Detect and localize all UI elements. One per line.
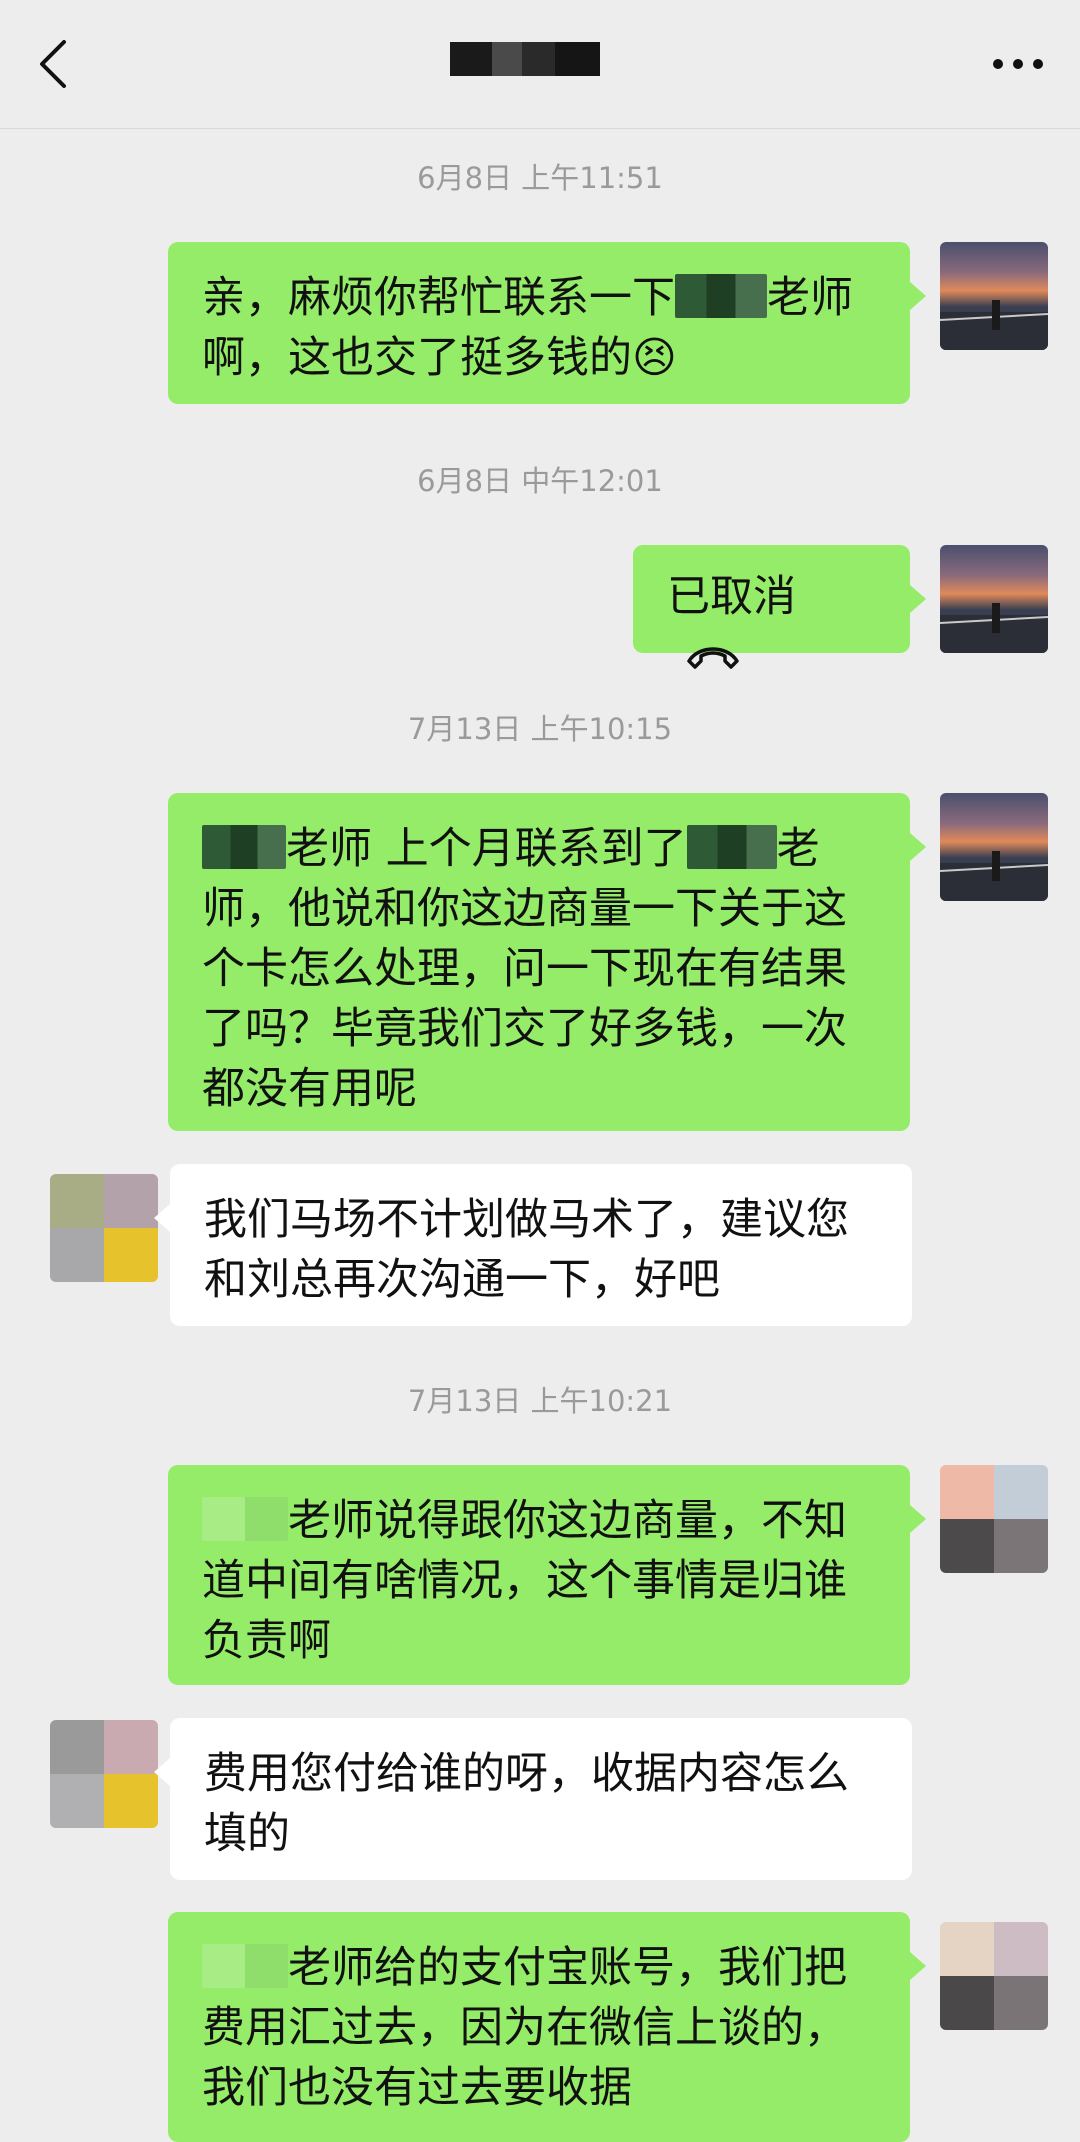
redacted-text	[202, 1497, 288, 1541]
message-text: 啊，这也交了挺多钱的	[202, 333, 632, 383]
message-text: 师，他说和你这边商量一下关于这个卡怎么处理，问一下现在有结果了吗？毕竟我们交了好…	[202, 884, 847, 1114]
call-record-bubble[interactable]: 已取消	[633, 545, 926, 669]
message-text: 老师说得跟你这边商量，不知道中间有啥情况，这个事情是归谁负责啊	[202, 1496, 847, 1666]
message-bubble-outgoing[interactable]: 老师 上个月联系到了 老师，他说和你这边商量一下关于这个卡怎么处理，问一下现在有结…	[168, 793, 926, 1131]
chevron-left-icon[interactable]	[34, 36, 74, 92]
redacted-text	[675, 274, 767, 318]
message-bubble-outgoing[interactable]: 亲，麻烦你帮忙联系一下 老师 啊，这也交了挺多钱的😣	[168, 242, 926, 404]
call-status-text: 已取消	[667, 572, 796, 622]
timestamp: 6月8日 中午12:01	[417, 464, 663, 498]
message-text: 费用您付给谁的呀，收据内容怎么填的	[204, 1749, 849, 1859]
my-avatar[interactable]	[940, 1465, 1048, 1573]
my-avatar[interactable]	[940, 545, 1048, 653]
timestamp: 7月13日 上午10:21	[407, 1384, 673, 1418]
message-bubble-outgoing[interactable]: 老师说得跟你这边商量，不知道中间有啥情况，这个事情是归谁负责啊	[168, 1465, 926, 1685]
redacted-text	[202, 825, 286, 869]
message-text: 亲，麻烦你帮忙联系一下	[202, 273, 675, 323]
phone-hangup-icon	[687, 647, 739, 669]
my-avatar[interactable]	[940, 242, 1048, 350]
chat-title-redacted	[450, 42, 600, 76]
ellipsis-icon[interactable]	[992, 50, 1044, 78]
redacted-text	[202, 1944, 288, 1988]
message-text: 我们马场不计划做马术了，建议您和刘总再次沟通一下，好吧	[204, 1195, 849, 1305]
timestamp: 6月8日 上午11:51	[417, 161, 663, 195]
my-avatar[interactable]	[940, 793, 1048, 901]
contact-avatar[interactable]	[50, 1174, 158, 1282]
message-bubble-incoming[interactable]: 我们马场不计划做马术了，建议您和刘总再次沟通一下，好吧	[154, 1164, 912, 1326]
message-text: 老师给的支付宝账号，我们把费用汇过去，因为在微信上谈的，我们也没有过去要收据	[202, 1943, 847, 2113]
my-avatar[interactable]	[940, 1922, 1048, 2030]
message-bubble-incoming[interactable]: 费用您付给谁的呀，收据内容怎么填的	[154, 1718, 912, 1880]
message-bubble-outgoing[interactable]: 老师给的支付宝账号，我们把费用汇过去，因为在微信上谈的，我们也没有过去要收据	[168, 1912, 926, 2142]
message-text: 老师	[767, 273, 853, 323]
timestamp: 7月13日 上午10:15	[407, 712, 673, 746]
emoji-persevere: 😣	[632, 333, 677, 383]
chat-header	[0, 0, 1080, 129]
redacted-text	[686, 825, 777, 869]
message-text: 老师 上个月联系到了	[286, 824, 687, 874]
contact-avatar[interactable]	[50, 1720, 158, 1828]
message-text: 老	[776, 824, 820, 874]
